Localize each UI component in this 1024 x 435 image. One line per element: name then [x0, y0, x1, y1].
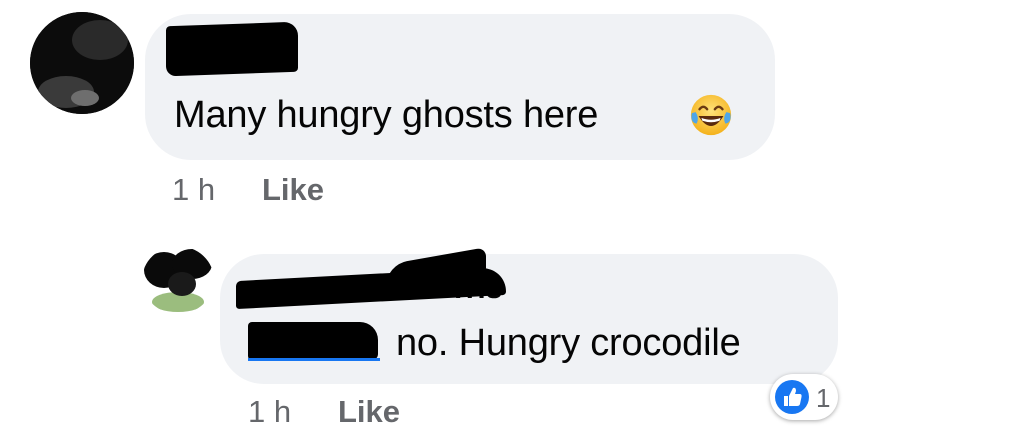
like-button[interactable]: Like [262, 172, 324, 208]
reaction-summary[interactable]: 1 [770, 374, 838, 420]
avatar-image [142, 246, 214, 314]
mention-tag-redacted[interactable] [248, 318, 380, 364]
reply-avatar[interactable] [142, 246, 214, 314]
mention-underline [248, 358, 380, 361]
comment-timestamp[interactable]: 1 h [172, 172, 215, 208]
reaction-count: 1 [816, 383, 831, 413]
author-name-redacted[interactable] [166, 21, 298, 77]
face-with-tears-of-joy-icon [690, 94, 732, 136]
reply-author-name[interactable]: rris [236, 247, 516, 312]
like-icon [775, 380, 809, 414]
reply-text: no. Hungry crocodile [396, 322, 741, 364]
mention-redaction [248, 322, 378, 360]
commenter-avatar[interactable] [30, 12, 134, 114]
comment-text: Many hungry ghosts here [174, 94, 599, 136]
reply-timestamp[interactable]: 1 h [248, 394, 291, 430]
like-button[interactable]: Like [338, 394, 400, 430]
avatar-image [30, 12, 134, 114]
